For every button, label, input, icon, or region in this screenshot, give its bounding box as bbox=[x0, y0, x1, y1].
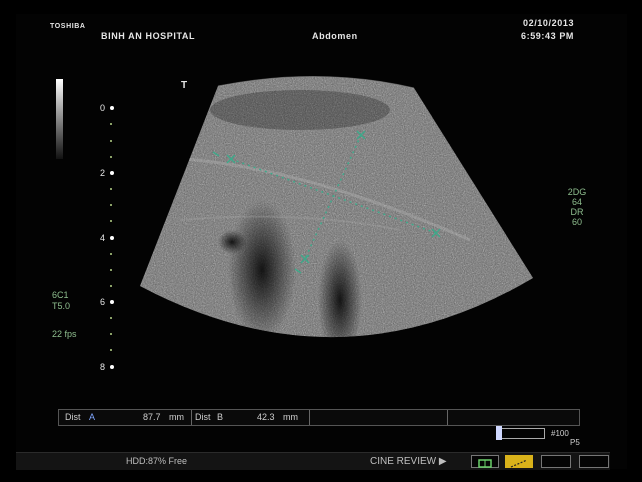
dr-value: 60 bbox=[571, 217, 582, 227]
dist-a-label: Dist bbox=[65, 412, 81, 422]
empty-button-2[interactable] bbox=[579, 455, 609, 468]
depth-label-0: 0 bbox=[100, 103, 106, 113]
caliper-tool-button[interactable] bbox=[505, 455, 533, 468]
dist-b-unit: mm bbox=[283, 412, 298, 422]
probe-frequency: T5.0 bbox=[52, 301, 71, 311]
caliper-icon bbox=[510, 459, 528, 468]
cine-slider[interactable] bbox=[496, 426, 545, 440]
cine-frame-label: #100 bbox=[551, 429, 569, 438]
empty-button-1[interactable] bbox=[541, 455, 571, 468]
dist-a-unit: mm bbox=[169, 412, 184, 422]
gain-value: 64 bbox=[571, 197, 582, 207]
dist-b-label: Dist bbox=[195, 412, 211, 422]
cine-loop-button[interactable] bbox=[471, 455, 499, 468]
frame-rate: 22 fps bbox=[52, 329, 77, 339]
dr-label: DR bbox=[570, 207, 584, 217]
cine-review-label[interactable]: CINE REVIEW ▶ bbox=[370, 453, 447, 470]
depth-label-6: 6 bbox=[100, 297, 106, 307]
cine-sub-label: P5 bbox=[570, 438, 580, 447]
status-bar: HDD:87% Free CINE REVIEW ▶ bbox=[16, 452, 610, 470]
depth-label-2: 2 bbox=[100, 168, 106, 178]
dist-b-value: 42.3 bbox=[257, 412, 275, 422]
cine-slider-thumb[interactable] bbox=[496, 426, 502, 440]
probe-model: 6C1 bbox=[52, 290, 69, 300]
dist-a-marker: A bbox=[89, 412, 96, 422]
hdd-status: HDD:87% Free bbox=[126, 456, 188, 466]
image-settings: 2DG 64 DR 60 bbox=[562, 187, 592, 227]
mode-label: 2DG bbox=[567, 187, 587, 197]
depth-label-4: 4 bbox=[100, 233, 106, 243]
dist-b-marker: B bbox=[217, 412, 224, 422]
probe-info: 6C1 T5.0 bbox=[52, 290, 70, 312]
depth-label-8: 8 bbox=[100, 362, 106, 372]
film-icon bbox=[478, 459, 492, 468]
dist-a-value: 87.7 bbox=[143, 412, 161, 422]
measurement-bar: Dist A 87.7 mm Dist B 42.3 mm bbox=[58, 409, 580, 426]
